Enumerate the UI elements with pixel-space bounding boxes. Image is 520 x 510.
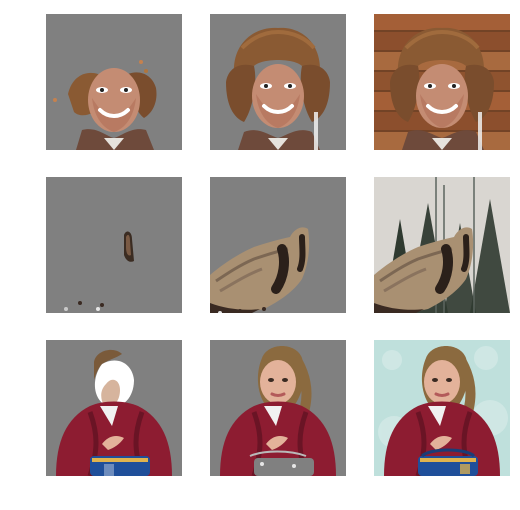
tile-man-fur-hat-original	[374, 14, 510, 150]
tile-man-fur-hat-full-mask	[210, 14, 346, 150]
image-man-fur-hat-full-mask	[210, 14, 346, 150]
tile-woman-red-jacket-partial-mask	[46, 340, 182, 476]
tile-woman-red-jacket-original	[374, 340, 510, 476]
tile-man-fur-hat-partial-mask	[46, 14, 182, 150]
image-coat-forest-full-mask	[210, 177, 346, 313]
image-coat-forest-partial-mask	[46, 177, 182, 313]
image-man-fur-hat-partial-mask	[46, 14, 182, 150]
tile-coat-forest-partial-mask	[46, 177, 182, 313]
tile-coat-forest-full-mask	[210, 177, 346, 313]
image-woman-red-jacket-original	[374, 340, 510, 476]
image-man-fur-hat-original	[374, 14, 510, 150]
tile-woman-red-jacket-full-mask	[210, 340, 346, 476]
image-woman-red-jacket-partial-mask	[46, 340, 182, 476]
tile-coat-forest-original	[374, 177, 510, 313]
image-woman-red-jacket-full-mask	[210, 340, 346, 476]
image-coat-forest-original	[374, 177, 510, 313]
